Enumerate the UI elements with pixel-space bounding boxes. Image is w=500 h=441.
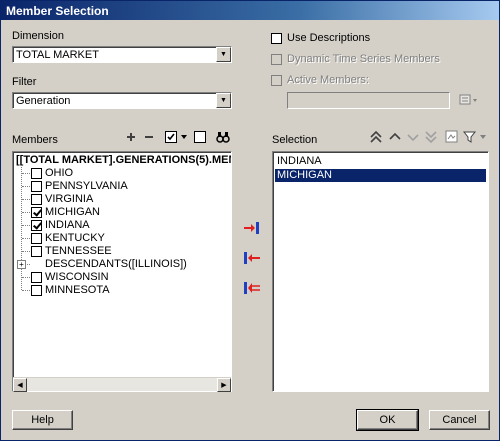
tree-root-label: [[TOTAL MARKET].GENERATIONS(5).MEMBERS] bbox=[16, 154, 231, 166]
member-checkbox[interactable] bbox=[31, 168, 42, 179]
tree-item[interactable]: PENNSYLVANIA bbox=[13, 180, 228, 193]
use-descriptions-label: Use Descriptions bbox=[287, 32, 371, 44]
dimension-value: TOTAL MARKET bbox=[16, 49, 99, 61]
dimension-dropdown[interactable]: TOTAL MARKET ▼ bbox=[12, 46, 232, 63]
member-label: INDIANA bbox=[45, 219, 90, 231]
move-up-icon[interactable] bbox=[388, 130, 402, 144]
ok-button[interactable]: OK bbox=[356, 409, 419, 431]
active-members-label: Active Members: bbox=[287, 74, 369, 86]
tree-connector bbox=[22, 277, 30, 278]
selection-item[interactable]: INDIANA bbox=[275, 155, 486, 168]
chevron-down-icon[interactable]: ▼ bbox=[216, 93, 231, 108]
remove-from-selection-icon[interactable] bbox=[243, 251, 261, 265]
members-horizontal-scrollbar[interactable]: ◀ ▶ bbox=[13, 377, 231, 392]
find-binoculars-icon[interactable] bbox=[216, 130, 230, 144]
uncheck-all-icon[interactable] bbox=[194, 131, 207, 144]
chevron-down-icon[interactable]: ▼ bbox=[216, 47, 231, 62]
member-picker-icon[interactable] bbox=[458, 93, 480, 107]
tree-connector bbox=[22, 251, 30, 252]
filter-value: Generation bbox=[16, 95, 71, 107]
member-label: MICHIGAN bbox=[45, 206, 100, 218]
member-label: MINNESOTA bbox=[45, 284, 110, 296]
add-to-selection-icon[interactable] bbox=[243, 221, 261, 235]
members-label: Members bbox=[12, 134, 58, 146]
tree-item[interactable]: INDIANA bbox=[13, 219, 228, 232]
tree-item[interactable]: + DESCENDANTS([ILLINOIS]) bbox=[13, 258, 228, 271]
members-tree[interactable]: [[TOTAL MARKET].GENERATIONS(5).MEMBERS] … bbox=[12, 151, 232, 392]
tree-connector bbox=[22, 290, 30, 291]
expand-node-icon[interactable]: + bbox=[17, 260, 26, 269]
title-bar: Member Selection bbox=[1, 1, 499, 20]
move-bottom-icon[interactable] bbox=[424, 130, 438, 144]
member-label: WISCONSIN bbox=[45, 271, 109, 283]
tree-item[interactable]: KENTUCKY bbox=[13, 232, 228, 245]
member-checkbox[interactable] bbox=[31, 207, 42, 218]
tree-item[interactable]: WISCONSIN bbox=[13, 271, 228, 284]
tree-connector bbox=[22, 238, 30, 239]
tree-connector bbox=[22, 225, 30, 226]
use-descriptions-checkbox[interactable] bbox=[271, 33, 282, 44]
active-members-field[interactable] bbox=[287, 92, 450, 109]
filter-options-chevron-icon[interactable] bbox=[480, 134, 487, 141]
filter-funnel-icon[interactable] bbox=[463, 130, 477, 144]
member-checkbox[interactable] bbox=[31, 272, 42, 283]
check-all-icon[interactable] bbox=[165, 131, 178, 144]
tree-connector bbox=[22, 199, 30, 200]
active-members-checkbox[interactable] bbox=[271, 75, 282, 86]
properties-icon[interactable] bbox=[445, 130, 459, 144]
member-label: TENNESSEE bbox=[45, 245, 112, 257]
selection-label: Selection bbox=[272, 134, 318, 146]
tree-item[interactable]: OHIO bbox=[13, 167, 228, 180]
filter-label: Filter bbox=[12, 76, 37, 88]
tree-item[interactable]: MINNESOTA bbox=[13, 284, 228, 297]
selection-item[interactable]: MICHIGAN bbox=[275, 169, 486, 182]
member-checkbox[interactable] bbox=[31, 220, 42, 231]
member-checkbox[interactable] bbox=[31, 194, 42, 205]
member-checkbox[interactable] bbox=[31, 233, 42, 244]
member-checkbox[interactable] bbox=[31, 181, 42, 192]
move-top-icon[interactable] bbox=[369, 130, 383, 144]
tree-connector bbox=[22, 212, 30, 213]
member-checkbox[interactable] bbox=[31, 246, 42, 257]
dimension-label: Dimension bbox=[12, 30, 64, 42]
dynamic-time-series-checkbox[interactable] bbox=[271, 54, 282, 65]
tree-connector bbox=[22, 173, 30, 174]
member-label: PENNSYLVANIA bbox=[45, 180, 128, 192]
move-down-icon[interactable] bbox=[406, 130, 420, 144]
window-title: Member Selection bbox=[6, 4, 109, 18]
tree-connector bbox=[22, 186, 30, 187]
dynamic-time-series-label: Dynamic Time Series Members bbox=[287, 53, 440, 65]
remove-all-from-selection-icon[interactable] bbox=[243, 281, 261, 295]
member-selection-dialog: Member Selection Dimension TOTAL MARKET … bbox=[0, 0, 500, 441]
member-label: OHIO bbox=[45, 167, 74, 179]
filter-dropdown[interactable]: Generation ▼ bbox=[12, 92, 232, 109]
member-checkbox[interactable] bbox=[31, 285, 42, 296]
member-label: VIRGINIA bbox=[45, 193, 94, 205]
collapse-icon[interactable] bbox=[143, 131, 155, 143]
tree-item[interactable]: VIRGINIA bbox=[13, 193, 228, 206]
cancel-button[interactable]: Cancel bbox=[429, 410, 490, 430]
member-label: KENTUCKY bbox=[45, 232, 105, 244]
help-button[interactable]: Help bbox=[12, 410, 73, 430]
expand-icon[interactable] bbox=[125, 131, 137, 143]
selection-list[interactable]: INDIANA MICHIGAN bbox=[272, 151, 489, 392]
tree-item[interactable]: TENNESSEE bbox=[13, 245, 228, 258]
check-options-chevron-icon[interactable] bbox=[181, 134, 188, 141]
scroll-left-icon[interactable]: ◀ bbox=[13, 378, 27, 392]
tree-item[interactable]: MICHIGAN bbox=[13, 206, 228, 219]
scroll-right-icon[interactable]: ▶ bbox=[217, 378, 231, 392]
member-label: DESCENDANTS([ILLINOIS]) bbox=[45, 258, 187, 270]
